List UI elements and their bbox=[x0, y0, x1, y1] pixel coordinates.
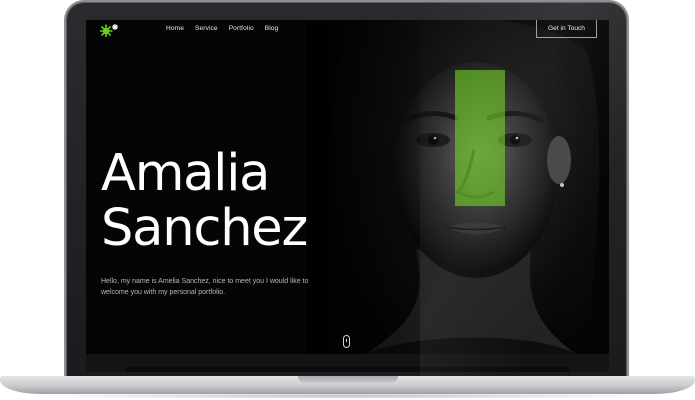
accent-highlight-block bbox=[455, 70, 505, 206]
nav-item-portfolio[interactable]: Portfolio bbox=[229, 25, 254, 32]
get-in-touch-button[interactable]: Get in Touch bbox=[536, 20, 597, 38]
nav-item-service[interactable]: Service bbox=[195, 25, 218, 32]
laptop-mockup: Home Service Portfolio Blog Get in Touch… bbox=[0, 0, 695, 400]
mouse-scroll-icon[interactable] bbox=[343, 335, 350, 348]
laptop-base-notch bbox=[298, 376, 398, 383]
main-nav: Home Service Portfolio Blog bbox=[166, 25, 278, 32]
hero-name-line-2: Sanchez bbox=[101, 199, 308, 258]
hero-intro-line-1: Hello, my name is Amelia Sanchez, nice t… bbox=[101, 278, 309, 285]
bezel-hinge bbox=[126, 367, 569, 372]
nav-item-blog[interactable]: Blog bbox=[265, 25, 279, 32]
nav-item-home[interactable]: Home bbox=[166, 25, 184, 32]
website-screen: Home Service Portfolio Blog Get in Touch… bbox=[86, 20, 609, 354]
laptop-shadow bbox=[20, 393, 675, 399]
hero-name-line-1: Amalia bbox=[101, 144, 270, 203]
screen-bottom-bezel bbox=[86, 354, 609, 372]
hero-intro-text: Hello, my name is Amelia Sanchez, nice t… bbox=[101, 277, 331, 298]
hero-intro-line-2: welcome you with my personal portfolio. bbox=[101, 288, 226, 296]
hero-name-heading: Amalia Sanchez bbox=[101, 144, 308, 258]
asterisk-logo-icon[interactable] bbox=[99, 23, 120, 38]
